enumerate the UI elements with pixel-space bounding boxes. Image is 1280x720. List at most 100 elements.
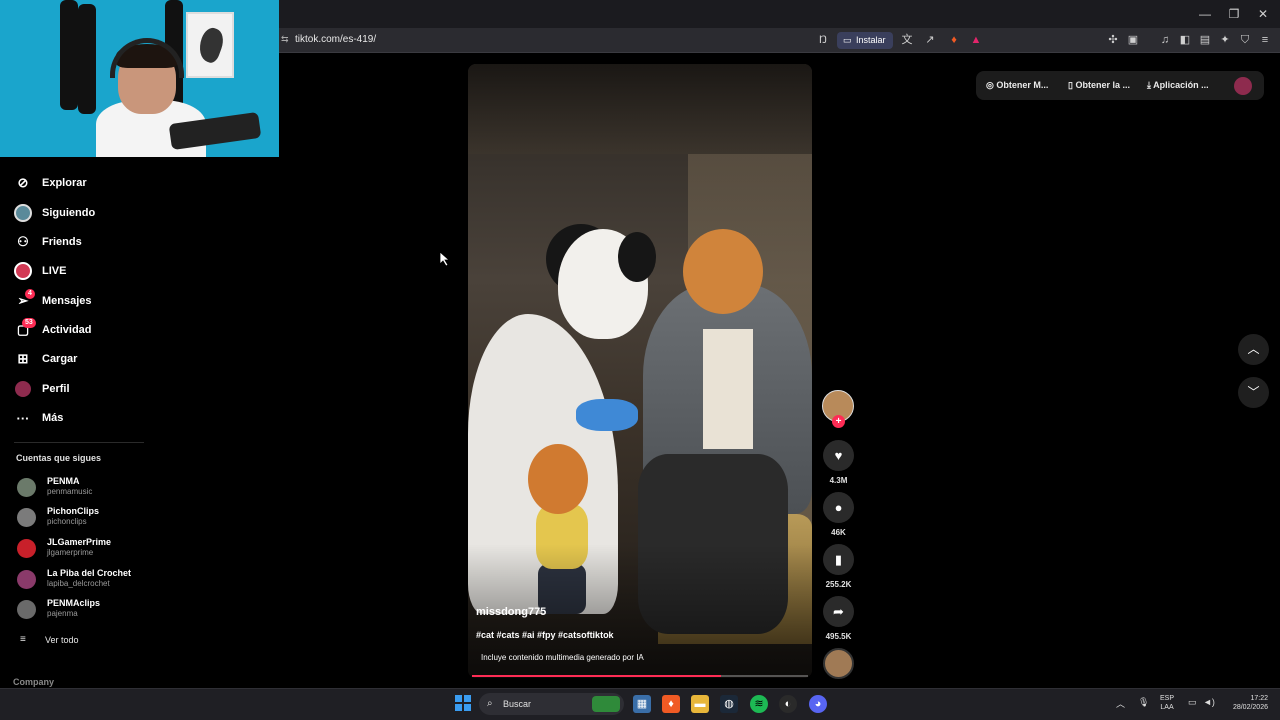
- taskbar-search[interactable]: ⌕ Buscar: [479, 693, 624, 715]
- sidebar-item-explorar[interactable]: ⊘ Explorar: [14, 172, 87, 194]
- share-button[interactable]: ➦: [823, 596, 854, 627]
- music-disc[interactable]: [823, 648, 854, 679]
- following-accounts-title: Cuentas que sigues: [16, 453, 102, 463]
- next-video-button[interactable]: ﹀: [1238, 377, 1269, 408]
- wallet-icon[interactable]: ▤: [1197, 32, 1213, 48]
- see-all-link[interactable]: ≡ Ver todo: [20, 634, 79, 645]
- sidebar-item-mensajes[interactable]: ➢ 4 Mensajes: [14, 289, 92, 312]
- like-button[interactable]: ♥: [823, 440, 854, 471]
- translate-icon[interactable]: 文: [899, 32, 915, 48]
- toolbar-button-label: Obtener la ...: [1075, 80, 1130, 90]
- save-button[interactable]: ▮: [823, 544, 854, 575]
- video-scene-glove: [576, 399, 638, 431]
- account-handle: lapiba_delcrochet: [47, 579, 110, 588]
- sidebar-divider: [14, 442, 144, 443]
- tray-overflow-icon[interactable]: ︿: [1116, 697, 1125, 710]
- tab-capture-icon[interactable]: ▣: [1125, 32, 1141, 48]
- chevron-up-icon: ︿: [1247, 342, 1260, 356]
- desktop-app-button[interactable]: ⤓ Aplicación ...: [1147, 80, 1209, 91]
- activity-icon: ▢ 53: [14, 318, 36, 339]
- monitor-icon: ▭: [843, 35, 852, 45]
- site-info-icon[interactable]: ⇆: [281, 34, 291, 44]
- obs-icon[interactable]: ◐: [779, 695, 797, 713]
- comment-button[interactable]: ●: [823, 492, 854, 523]
- leo-ai-icon[interactable]: ✦: [1217, 32, 1233, 48]
- chevron-down-icon: ﹀: [1247, 385, 1260, 399]
- reader-mode-icon[interactable]: Ŋ: [815, 32, 831, 48]
- close-icon[interactable]: ✕: [1253, 6, 1273, 22]
- follow-plus-icon[interactable]: +: [832, 415, 845, 428]
- video-hashtags[interactable]: #cat #cats #ai #fpy #catsoftiktok: [476, 630, 614, 640]
- video-author[interactable]: missdong775: [476, 606, 546, 618]
- sidebar-toggle-icon[interactable]: ◧: [1177, 32, 1193, 48]
- menu-icon[interactable]: ≡: [1257, 32, 1273, 48]
- sidebar-item-mas[interactable]: ··· Más: [14, 407, 64, 429]
- brave-shield-icon[interactable]: ♦: [946, 32, 962, 48]
- windows-start-icon[interactable]: [455, 695, 471, 711]
- share-arrow-icon: ➦: [833, 604, 844, 619]
- brave-browser-icon[interactable]: ♦: [662, 695, 680, 713]
- spotify-icon[interactable]: ≋: [750, 695, 768, 713]
- like-count: 4.3M: [829, 476, 848, 485]
- previous-video-button[interactable]: ︿: [1238, 334, 1269, 365]
- sidebar-item-cargar[interactable]: ⊞ Cargar: [14, 348, 78, 370]
- get-coins-button[interactable]: ◎ Obtener M...: [986, 80, 1048, 91]
- user-avatar[interactable]: [1234, 77, 1252, 95]
- minimize-icon[interactable]: —: [1195, 6, 1215, 22]
- vpn-shield-icon[interactable]: ⛉: [1237, 32, 1253, 48]
- see-all-label: Ver todo: [45, 634, 79, 645]
- comment-icon: ●: [834, 500, 843, 515]
- sidebar-item-label: Más: [42, 412, 64, 424]
- brave-rewards-icon[interactable]: ▲: [968, 32, 984, 48]
- bookmark-icon: ▮: [834, 552, 843, 567]
- comment-count: 46K: [831, 528, 846, 537]
- messages-badge: 4: [25, 289, 35, 299]
- microphone-icon[interactable]: 🎙: [1138, 697, 1149, 708]
- sidebar-item-label: Friends: [42, 236, 82, 248]
- company-link[interactable]: Company: [13, 677, 54, 687]
- clock-date: 28/02/2026: [1232, 704, 1268, 711]
- music-icon[interactable]: ♫: [1157, 32, 1173, 48]
- account-name: JLGamerPrime: [47, 537, 112, 547]
- language-code: ESP: [1160, 695, 1175, 702]
- video-scene-dog-ear: [618, 232, 656, 282]
- account-handle: penmamusic: [47, 487, 93, 496]
- install-app-button[interactable]: ▭ Instalar: [837, 32, 893, 49]
- taskbar-search-label: Buscar: [503, 699, 532, 709]
- video-player[interactable]: [468, 64, 812, 678]
- volume-icon[interactable]: ◄): [1203, 697, 1215, 707]
- file-explorer-icon[interactable]: ▬: [691, 695, 709, 713]
- language-indicator[interactable]: ESP LAA: [1160, 694, 1174, 712]
- following-avatar-icon: [14, 204, 32, 222]
- sidebar-item-actividad[interactable]: ▢ 53 Actividad: [14, 318, 92, 341]
- account-name: PENMAclips: [47, 598, 101, 608]
- search-highlight-icon: [592, 696, 620, 712]
- ai-content-notice: Incluye contenido multimedia generado po…: [481, 653, 644, 662]
- sidebar-item-siguiendo[interactable]: Siguiendo: [14, 202, 95, 224]
- avatar: [17, 570, 36, 589]
- system-clock[interactable]: 17:22 28/02/2026: [1222, 694, 1268, 712]
- coin-icon: ◎: [986, 80, 997, 90]
- avatar: [17, 478, 36, 497]
- get-app-button[interactable]: ▯ Obtener la ...: [1068, 80, 1130, 91]
- sidebar-item-friends[interactable]: ⚇ Friends: [14, 231, 82, 253]
- more-icon: ···: [16, 410, 30, 426]
- extensions-icon[interactable]: ✣: [1105, 32, 1121, 48]
- video-progress-fill: [472, 675, 721, 677]
- sidebar-item-live[interactable]: LIVE: [14, 260, 66, 282]
- network-icon[interactable]: ▭: [1188, 697, 1197, 708]
- guitar-shape: [78, 4, 96, 114]
- poster-art: [186, 12, 234, 78]
- share-icon[interactable]: ↗: [922, 32, 938, 48]
- profile-avatar-icon: [14, 380, 32, 398]
- steam-icon[interactable]: ◍: [720, 695, 738, 713]
- install-label: Instalar: [856, 35, 886, 45]
- compass-icon: ⊘: [17, 175, 29, 190]
- restore-icon[interactable]: ❐: [1224, 6, 1244, 22]
- discord-icon[interactable]: ◕: [809, 695, 827, 713]
- photos-app-icon[interactable]: ▦: [633, 695, 651, 713]
- url-text[interactable]: tiktok.com/es-419/: [295, 34, 376, 45]
- toolbar-button-label: Aplicación ...: [1153, 80, 1209, 90]
- sidebar-item-perfil[interactable]: Perfil: [14, 378, 70, 400]
- video-progress: [472, 675, 808, 677]
